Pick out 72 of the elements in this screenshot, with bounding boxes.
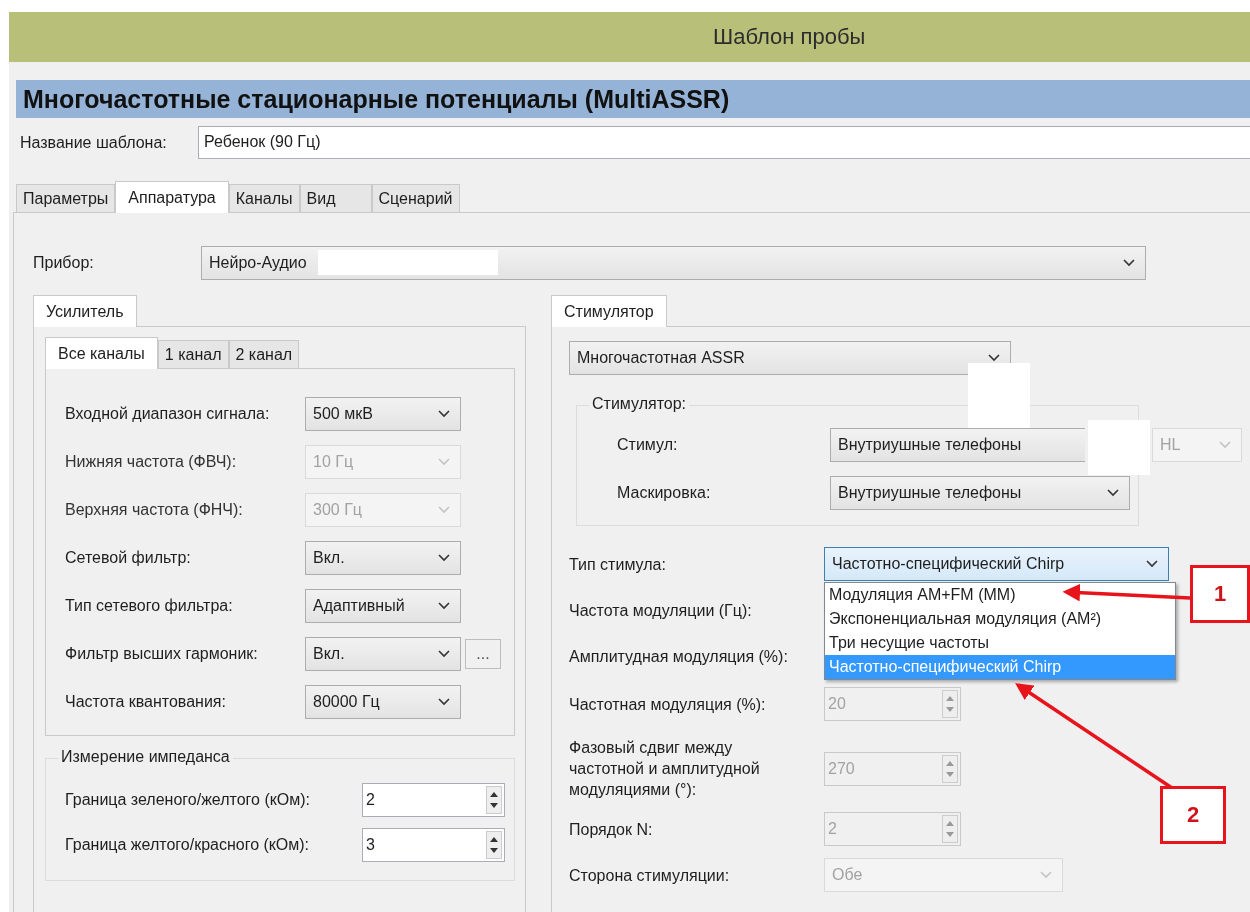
dropdown[interactable]: Адаптивный — [305, 589, 461, 623]
spin-arrows-icon — [942, 815, 958, 843]
tab[interactable]: Сценарий — [371, 184, 460, 212]
dropdown[interactable]: Внутриушные телефоны — [830, 428, 1085, 462]
field-label: Фазовый сдвиг между частотной и амплитудной модуляциями (°): — [569, 738, 761, 800]
dropdown[interactable]: 80000 Гц — [305, 685, 461, 719]
field-label: Стимул: — [617, 436, 679, 454]
callout-number: 1 — [1190, 565, 1250, 623]
chevron-down-icon — [438, 506, 450, 514]
field-label: Сетевой фильтр: — [65, 549, 192, 567]
dropdown[interactable]: 500 мкВ — [305, 397, 461, 431]
chevron-down-icon — [1123, 259, 1135, 267]
dropdown-option[interactable]: Три несущие частоты — [825, 631, 1175, 655]
dropdown[interactable]: Внутриушные телефоны — [830, 476, 1130, 510]
chevron-down-icon — [438, 410, 450, 418]
tab[interactable]: Аппаратура — [115, 181, 229, 213]
field-label: Частотная модуляция (%): — [569, 694, 767, 715]
tab[interactable]: Усилитель — [33, 295, 137, 327]
dropdown[interactable]: Вкл. — [305, 637, 461, 671]
chevron-down-icon — [438, 458, 450, 466]
dropdown[interactable]: Вкл. — [305, 541, 461, 575]
field-label: Граница зеленого/желтого (кОм): — [65, 791, 311, 809]
chevron-down-icon — [438, 554, 450, 562]
spin-arrows-icon — [486, 831, 502, 859]
tab[interactable]: Каналы — [228, 184, 300, 212]
field-label: Частота квантования: — [65, 693, 227, 711]
tab[interactable]: Все каналы — [45, 337, 158, 369]
spin-arrows-icon — [942, 754, 958, 783]
dropdown[interactable]: Многочастотная ASSR — [569, 341, 1011, 375]
field-label: Частота модуляции (Гц): — [569, 600, 753, 621]
field-label: Маскировка: — [617, 484, 712, 502]
chevron-down-icon — [438, 698, 450, 706]
field-label: Фильтр высших гармоник: — [65, 645, 259, 663]
field-label: Верхняя частота (ФНЧ): — [65, 501, 244, 519]
field-label: Порядок N: — [569, 819, 654, 840]
more-button[interactable]: ... — [465, 639, 501, 669]
chevron-down-icon — [438, 602, 450, 610]
tab[interactable]: Параметры — [16, 184, 116, 212]
chevron-down-icon — [988, 354, 1000, 362]
chevron-down-icon — [1219, 441, 1231, 449]
field-label: Входной диапазон сигнала: — [65, 405, 271, 423]
tab[interactable]: Стимулятор — [551, 295, 667, 327]
spin-arrows-icon — [942, 690, 958, 718]
callout-number: 2 — [1160, 786, 1226, 844]
tab[interactable]: Вид — [299, 184, 372, 212]
tab[interactable]: 1 канал — [157, 340, 229, 368]
chevron-down-icon — [1107, 489, 1119, 497]
chevron-down-icon — [438, 650, 450, 658]
number-field[interactable]: 3 — [362, 828, 505, 862]
field-label: Граница желтого/красного (кОм): — [65, 836, 311, 854]
number-field[interactable]: 2 — [362, 783, 505, 817]
field-label: Тип сетевого фильтра: — [65, 597, 234, 615]
redaction-patch — [968, 363, 1030, 428]
field-label: Тип стимула: — [569, 554, 667, 575]
dropdown-option[interactable]: Экспоненциальная модуляция (AM²) — [825, 607, 1175, 631]
dropdown-option[interactable]: Модуляция AM+FM (MM) — [825, 583, 1175, 607]
spin-arrows-icon — [486, 786, 502, 814]
group-title: Стимулятор: — [589, 395, 690, 413]
redaction-patch — [1088, 420, 1150, 475]
field-label: Амплитудная модуляция (%): — [569, 646, 789, 667]
tab[interactable]: 2 канал — [228, 340, 300, 368]
template-name-field[interactable]: Ребенок (90 Гц) — [198, 126, 1250, 159]
field-label: Прибор: — [33, 254, 95, 272]
header-title: Многочастотные стационарные потенциалы (MultiASSR) — [23, 84, 730, 114]
window-title: Шаблон пробы — [713, 24, 866, 50]
field-label: Нижняя частота (ФВЧ): — [65, 453, 238, 471]
chevron-down-icon — [1040, 871, 1052, 879]
dropdown[interactable]: Частотно-специфический Chirp — [824, 547, 1169, 581]
field-label: Сторона стимуляции: — [569, 865, 731, 886]
chevron-down-icon — [1146, 560, 1158, 568]
group-title: Измерение импеданса — [58, 748, 233, 766]
field-label: Название шаблона: — [19, 133, 168, 152]
